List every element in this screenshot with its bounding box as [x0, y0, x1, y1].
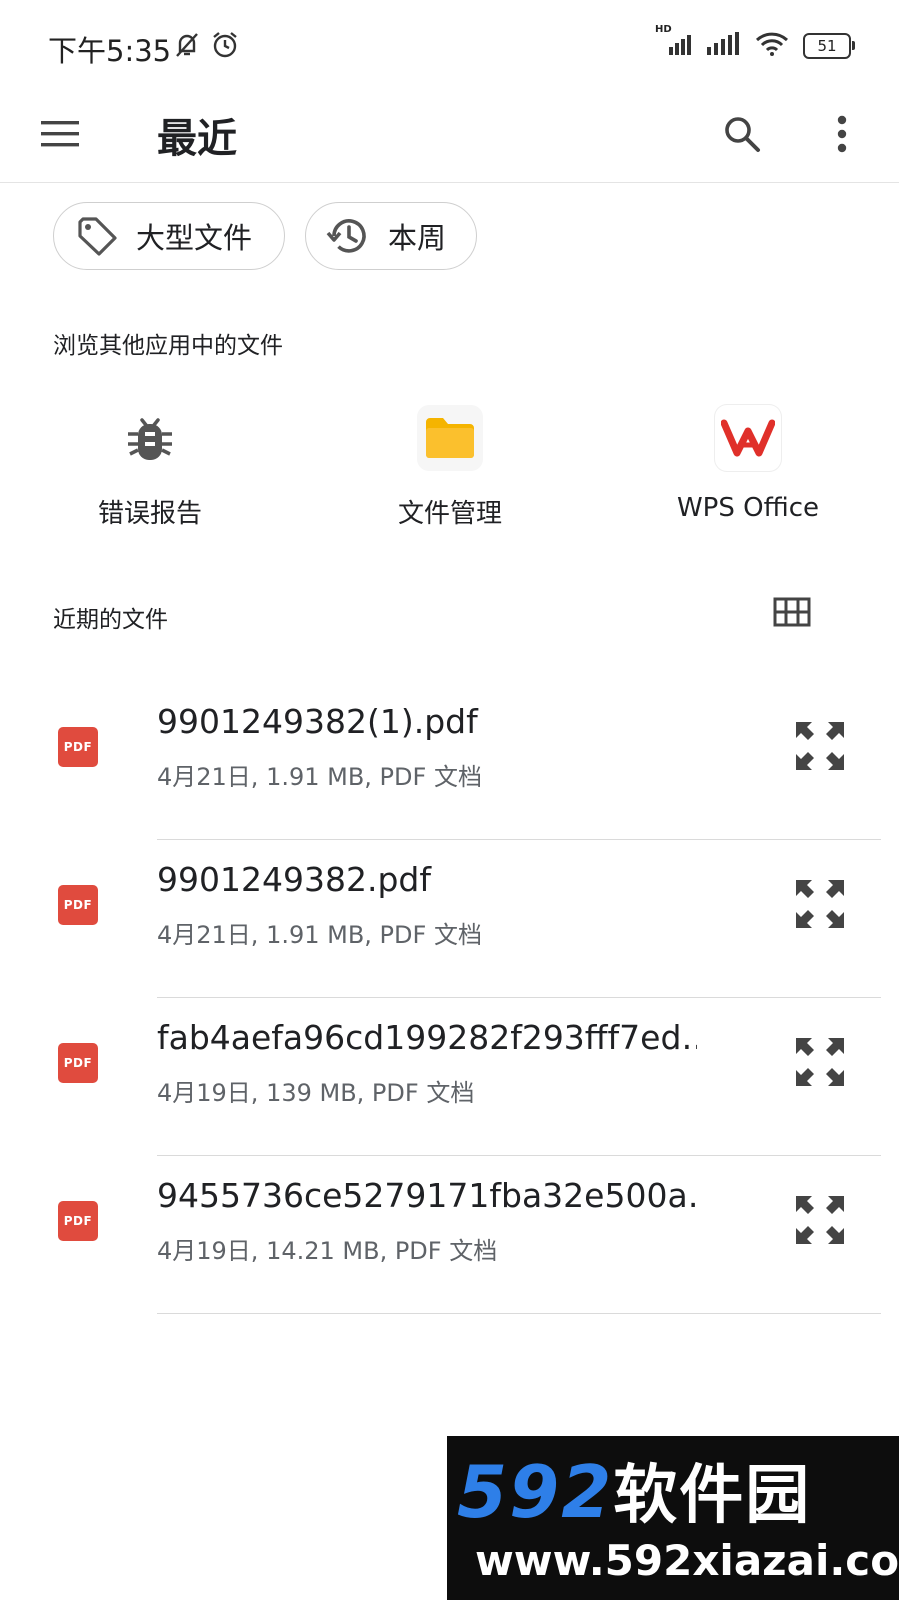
app-label: WPS Office	[676, 493, 820, 523]
file-row[interactable]: PDF 9455736ce5279171fba32e500a… 4月19日, 1…	[0, 1156, 899, 1314]
app-bar: 最近	[0, 90, 899, 183]
more-options-button[interactable]	[814, 108, 870, 164]
chip-label: 本周	[388, 221, 447, 255]
expand-button[interactable]	[790, 718, 850, 778]
expand-icon	[794, 878, 846, 934]
status-icons-right: HD 51	[655, 24, 855, 62]
more-vert-icon	[836, 114, 848, 158]
watermark-digits: 592	[457, 1450, 614, 1534]
wps-logo-icon	[715, 405, 781, 471]
file-row[interactable]: PDF fab4aefa96cd199282f293fff7ed… 4月19日,…	[0, 998, 899, 1156]
folder-icon	[417, 405, 483, 471]
wifi-icon	[753, 30, 793, 62]
status-time: 下午5:35	[48, 34, 172, 68]
file-name: 9901249382.pdf	[157, 860, 431, 899]
app-file-manager[interactable]: 文件管理	[350, 405, 550, 535]
menu-icon	[39, 118, 81, 154]
file-meta: 4月19日, 14.21 MB, PDF 文档	[157, 1237, 498, 1265]
expand-button[interactable]	[790, 876, 850, 936]
mute-bell-icon	[172, 30, 202, 64]
search-icon	[722, 114, 762, 158]
chip-label: 大型文件	[136, 221, 253, 255]
pdf-file-icon: PDF	[58, 885, 98, 925]
expand-button[interactable]	[790, 1034, 850, 1094]
large-files-chip[interactable]: 大型文件	[53, 202, 285, 270]
this-week-chip[interactable]: 本周	[305, 202, 477, 270]
status-icons-left	[172, 30, 240, 64]
file-name: 9455736ce5279171fba32e500a…	[157, 1176, 697, 1215]
pdf-file-icon: PDF	[58, 727, 98, 767]
signal-icon-2	[705, 30, 743, 62]
file-name: 9901249382(1).pdf	[157, 702, 478, 741]
battery-level: 51	[817, 37, 837, 55]
pdf-file-icon: PDF	[58, 1043, 98, 1083]
grid-view-toggle[interactable]	[770, 594, 814, 634]
menu-button[interactable]	[36, 114, 84, 158]
watermark-logo: 592软件园	[457, 1444, 811, 1536]
row-divider	[157, 1313, 881, 1314]
expand-icon	[794, 1194, 846, 1250]
hd-label: HD	[655, 24, 672, 35]
browse-section-label: 浏览其他应用中的文件	[53, 333, 283, 359]
alarm-icon	[210, 30, 240, 64]
watermark-url: www.592xiazai.com	[475, 1536, 899, 1585]
page-title: 最近	[157, 116, 237, 162]
recent-section-label: 近期的文件	[53, 607, 168, 633]
grid-view-icon	[773, 597, 811, 631]
app-label: 错误报告	[97, 499, 202, 529]
search-button[interactable]	[714, 108, 770, 164]
watermark: 592软件园 www.592xiazai.com	[447, 1436, 899, 1600]
file-meta: 4月21日, 1.91 MB, PDF 文档	[157, 763, 482, 791]
expand-icon	[794, 720, 846, 776]
pdf-file-icon: PDF	[58, 1201, 98, 1241]
file-row[interactable]: PDF 9901249382.pdf 4月21日, 1.91 MB, PDF 文…	[0, 840, 899, 998]
file-name: fab4aefa96cd199282f293fff7ed…	[157, 1018, 697, 1057]
app-wps-office[interactable]: WPS Office	[648, 405, 848, 535]
expand-button[interactable]	[790, 1192, 850, 1252]
tag-icon	[74, 213, 120, 259]
status-bar: 下午5:35 HD 51	[0, 0, 899, 90]
file-meta: 4月21日, 1.91 MB, PDF 文档	[157, 921, 482, 949]
file-row[interactable]: PDF 9901249382(1).pdf 4月21日, 1.91 MB, PD…	[0, 682, 899, 840]
app-bug-report[interactable]: 错误报告	[50, 405, 250, 535]
signal-icon: HD	[655, 24, 695, 62]
expand-icon	[794, 1036, 846, 1092]
history-icon	[326, 213, 372, 259]
battery-icon: 51	[803, 33, 855, 59]
bug-icon	[117, 405, 183, 471]
file-meta: 4月19日, 139 MB, PDF 文档	[157, 1079, 475, 1107]
app-label: 文件管理	[397, 499, 502, 529]
watermark-text: 软件园	[613, 1459, 812, 1533]
